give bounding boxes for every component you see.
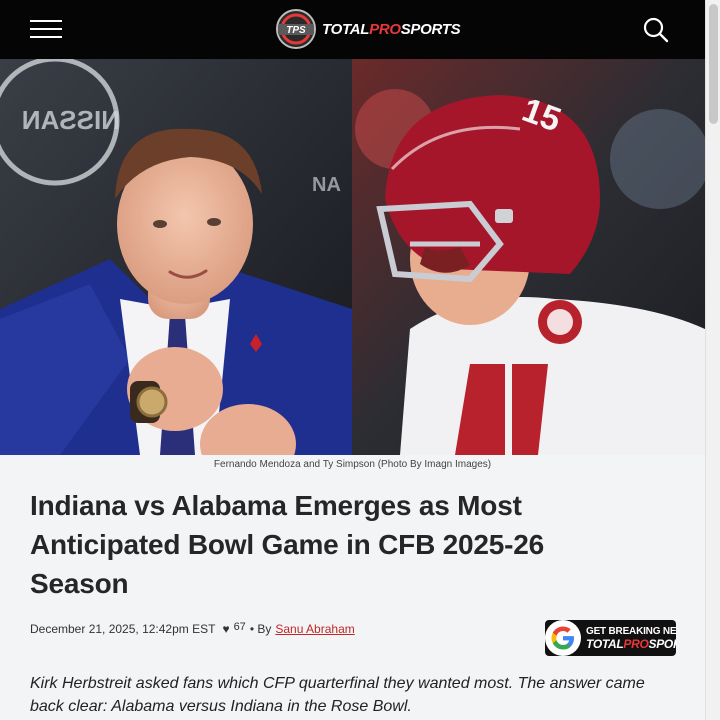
byline-label: • By (249, 622, 272, 636)
heart-icon[interactable]: ♥ (222, 622, 229, 636)
search-icon[interactable] (642, 16, 670, 44)
google-news-follow-button[interactable]: GET BREAKING NEWS TOTALPROSPORTS (545, 620, 676, 656)
menu-line (30, 20, 62, 22)
site-logo[interactable]: TPS TOTALPROSPORTS (275, 8, 461, 50)
badge-sports: SPORTS (648, 637, 677, 651)
tps-logo-mark-icon: TPS (276, 9, 316, 49)
scrollbar-thumb[interactable] (709, 4, 718, 124)
publish-date: December 21, 2025, 12:42pm EST (30, 622, 216, 636)
svg-text:NISSAN: NISSAN (22, 105, 120, 135)
page-scrollbar[interactable] (705, 0, 720, 720)
svg-text:NA: NA (312, 174, 341, 196)
article-headline: Indiana vs Alabama Emerges as Most Antic… (30, 490, 545, 599)
like-count: 67 (233, 621, 246, 633)
logo-mark-text: TPS (286, 25, 306, 36)
menu-line (30, 28, 62, 30)
badge-total: TOTAL (586, 637, 624, 651)
site-header: TPS TOTALPROSPORTS (0, 0, 705, 59)
logo-word-total: TOTAL (322, 20, 370, 38)
logo-wordmark: TOTALPROSPORTS (322, 20, 461, 38)
hero-left-photo: NISSAN NA (0, 59, 352, 455)
menu-line (30, 36, 62, 38)
article-lede: Kirk Herbstreit asked fans which CFP qua… (30, 675, 645, 715)
hero-caption: Fernando Mendoza and Ty Simpson (Photo B… (213, 459, 492, 470)
hamburger-menu-icon[interactable] (30, 19, 62, 39)
hero-right-photo: 15 (352, 59, 705, 455)
google-g-icon (545, 620, 581, 656)
badge-line-2: TOTALPROSPORTS (586, 638, 676, 650)
hero-image: NISSAN NA 15 (0, 59, 705, 455)
logo-word-sports: SPORTS (400, 20, 461, 38)
badge-pro: PRO (623, 637, 649, 651)
article-meta: December 21, 2025, 12:42pm EST ♥ 67 • By… (30, 621, 355, 636)
author-link[interactable]: Sanu Abraham (275, 622, 354, 636)
badge-text: GET BREAKING NEWS TOTALPROSPORTS (581, 626, 676, 650)
logo-word-pro: PRO (369, 20, 401, 38)
